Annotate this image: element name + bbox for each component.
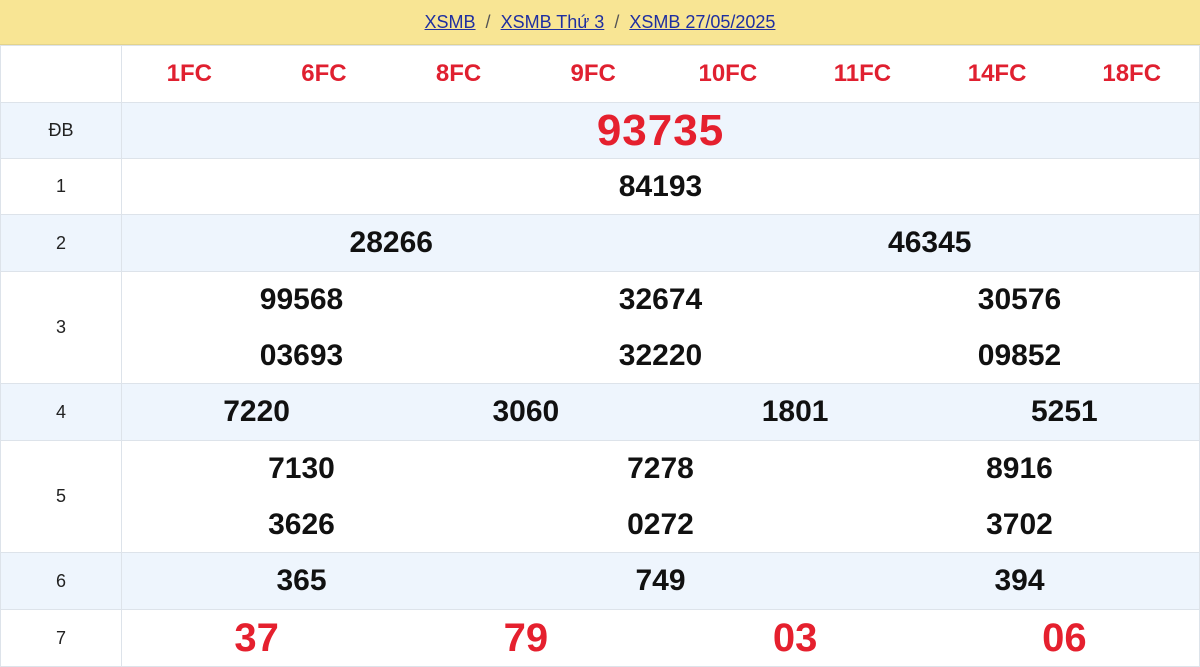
prize-label: 7 (0, 609, 122, 667)
prize-cell: 37 79 03 06 (121, 609, 1200, 667)
prize-label: 3 (0, 271, 122, 384)
prize-number: 32220 (618, 339, 703, 372)
prize-number: 0272 (627, 508, 694, 541)
prize-label: 1 (0, 158, 122, 215)
code-badge: 9FC (570, 60, 616, 87)
code-badge: 10FC (698, 60, 758, 87)
prize-number: 84193 (618, 169, 703, 203)
prize-label: ĐB (0, 102, 122, 159)
prize-number: 3702 (986, 508, 1053, 541)
prize-number: 7220 (223, 395, 290, 428)
prize-label: 5 (0, 440, 122, 553)
prize-row-6: 6 365 749 394 (0, 552, 1200, 610)
prize-number: 1801 (761, 395, 829, 428)
prize-cell: 28266 46345 (121, 214, 1200, 272)
code-badge: 1FC (166, 60, 212, 87)
breadcrumb: XSMB / XSMB Thứ 3 / XSMB 27/05/2025 (0, 0, 1200, 45)
breadcrumb-separator: / (614, 11, 620, 32)
breadcrumb-separator: / (485, 11, 491, 32)
code-badge: 8FC (435, 60, 482, 87)
prize-cell: 365 749 394 (121, 552, 1200, 610)
prize-row-7: 7 37 79 03 06 (0, 609, 1200, 667)
prize-number: 09852 (977, 339, 1062, 372)
prize-row-3: 3 99568 32674 30576 03693 32220 09852 (0, 271, 1200, 384)
prize-cell: 93735 (121, 102, 1200, 159)
prize-number: 32674 (618, 283, 703, 316)
code-badge: 14FC (967, 60, 1027, 87)
prize-number: 7278 (627, 452, 694, 485)
prize-label: 6 (0, 552, 122, 610)
code-badge: 18FC (1102, 60, 1162, 87)
breadcrumb-link-xsmb-date[interactable]: XSMB 27/05/2025 (629, 12, 775, 33)
prize-row-5: 5 7130 7278 8916 3626 0272 3702 (0, 440, 1200, 553)
prize-cell: 99568 32674 30576 03693 32220 09852 (121, 271, 1200, 384)
prize-cell: 7130 7278 8916 3626 0272 3702 (121, 440, 1200, 553)
prize-number: 30576 (977, 283, 1062, 316)
prize-label: 2 (0, 214, 122, 272)
prize-row-4: 4 7220 3060 1801 5251 (0, 383, 1200, 441)
prize-row-2: 2 28266 46345 (0, 214, 1200, 272)
prize-number: 365 (276, 564, 327, 597)
prize-row-1: 1 84193 (0, 158, 1200, 215)
prize-label: 4 (0, 383, 122, 441)
special-prize-number: 93735 (596, 105, 725, 155)
results-table: 1FC 6FC 8FC 9FC 10FC 11FC 14FC 18FC ĐB 9… (0, 45, 1200, 667)
prize-number-red: 79 (503, 615, 549, 660)
prize-number-red: 06 (1042, 615, 1087, 660)
breadcrumb-link-xsmb-thu-3[interactable]: XSMB Thứ 3 (501, 12, 605, 33)
prize-row-db: ĐB 93735 (0, 102, 1200, 159)
codes-label-cell (0, 45, 122, 103)
codes-cell: 1FC 6FC 8FC 9FC 10FC 11FC 14FC 18FC (121, 45, 1200, 103)
prize-number-red: 03 (772, 615, 818, 660)
prize-number: 46345 (888, 226, 972, 259)
prize-number: 3626 (268, 508, 335, 541)
prize-number: 8916 (986, 452, 1053, 485)
prize-number: 5251 (1031, 395, 1098, 428)
prize-number: 394 (994, 564, 1045, 597)
prize-number: 28266 (349, 226, 433, 259)
prize-number: 749 (635, 564, 686, 597)
code-badge: 11FC (833, 60, 892, 87)
prize-number: 7130 (268, 452, 335, 485)
prize-number-red: 37 (234, 615, 279, 660)
prize-number: 99568 (259, 283, 344, 316)
prize-number: 3060 (492, 395, 560, 428)
code-badge: 6FC (301, 60, 347, 87)
prize-cell: 7220 3060 1801 5251 (121, 383, 1200, 441)
breadcrumb-link-xsmb[interactable]: XSMB (425, 12, 476, 33)
prize-number: 03693 (259, 339, 344, 372)
prize-cell: 84193 (121, 158, 1200, 215)
codes-row: 1FC 6FC 8FC 9FC 10FC 11FC 14FC 18FC (0, 45, 1200, 103)
